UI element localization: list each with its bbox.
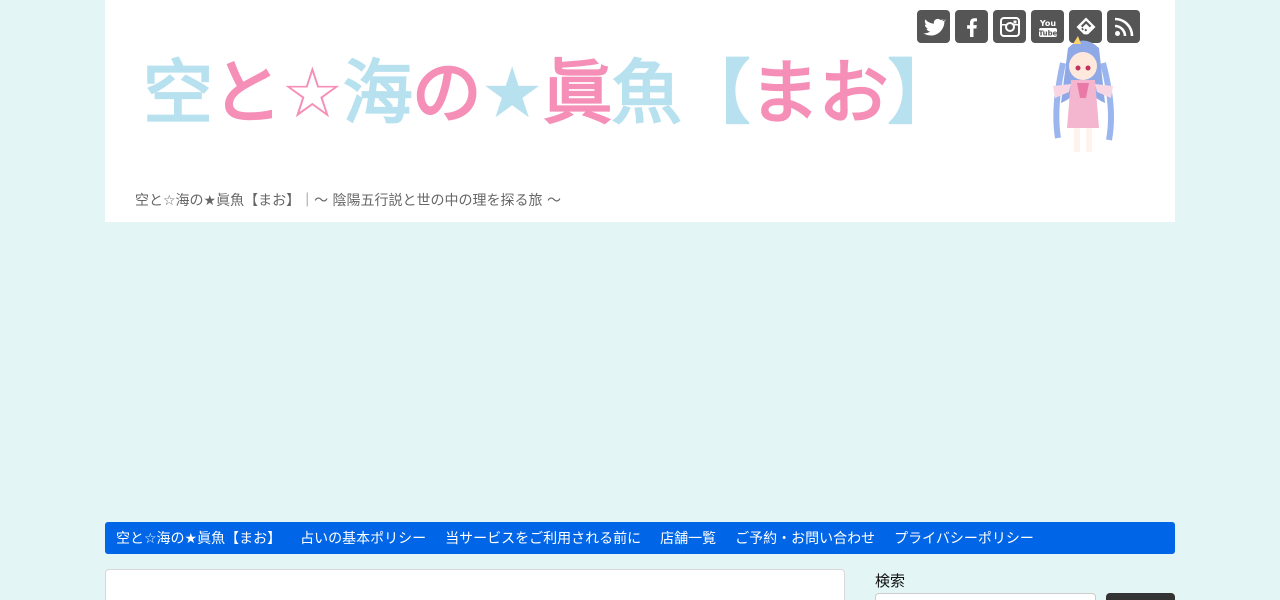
nav-item-privacy[interactable]: プライバシーポリシー [894, 528, 1034, 548]
site-tagline: 空と☆海の★眞魚【まお】｜～ 陰陽五行説と世の中の理を探る旅 ～ [135, 193, 562, 209]
logo-text-part: 眞 [542, 52, 613, 134]
search-widget-title: 検索 [875, 572, 906, 590]
logo-text-part: 魚 [611, 52, 682, 134]
logo-text: 空と☆海の★眞魚【まお】 [143, 58, 958, 128]
logo-text-part: ☆ [281, 52, 344, 134]
logo-text-part: の [411, 52, 482, 134]
logo-text-part: 空 [143, 52, 213, 134]
nav-item-policy[interactable]: 占いの基本ポリシー [300, 528, 426, 548]
logo-text-part: まお [749, 52, 889, 134]
main-nav: 空と☆海の★眞魚【まお】 占いの基本ポリシー 当サービスをご利用される前に 店舗… [105, 522, 1175, 554]
site-logo[interactable]: 空と☆海の★眞魚【まお】 [143, 48, 958, 138]
logo-text-part: ★ [480, 52, 544, 134]
twitter-icon[interactable] [917, 10, 950, 43]
search-button[interactable] [1106, 593, 1175, 600]
facebook-icon[interactable] [955, 10, 988, 43]
instagram-icon[interactable] [993, 10, 1026, 43]
svg-text:You: You [1038, 19, 1056, 28]
logo-text-part: 【 [680, 52, 751, 134]
mascot-illustration [1053, 36, 1114, 152]
search-input[interactable] [875, 593, 1096, 600]
nav-item-before-use[interactable]: 当サービスをご利用される前に [445, 528, 641, 548]
logo-text-part: と [212, 52, 282, 134]
logo-text-part: 】 [887, 52, 958, 134]
nav-item-stores[interactable]: 店舗一覧 [660, 528, 716, 548]
logo-text-part: 海 [342, 52, 413, 134]
nav-item-home[interactable]: 空と☆海の★眞魚【まお】 [116, 528, 281, 548]
site-header: You Tube 空と☆海の★眞魚【まお】 空と☆海の★眞魚【まお】｜～ 陰陽五行… [105, 0, 1175, 222]
main-content [105, 569, 845, 600]
nav-item-contact[interactable]: ご予約・お問い合わせ [735, 528, 875, 548]
